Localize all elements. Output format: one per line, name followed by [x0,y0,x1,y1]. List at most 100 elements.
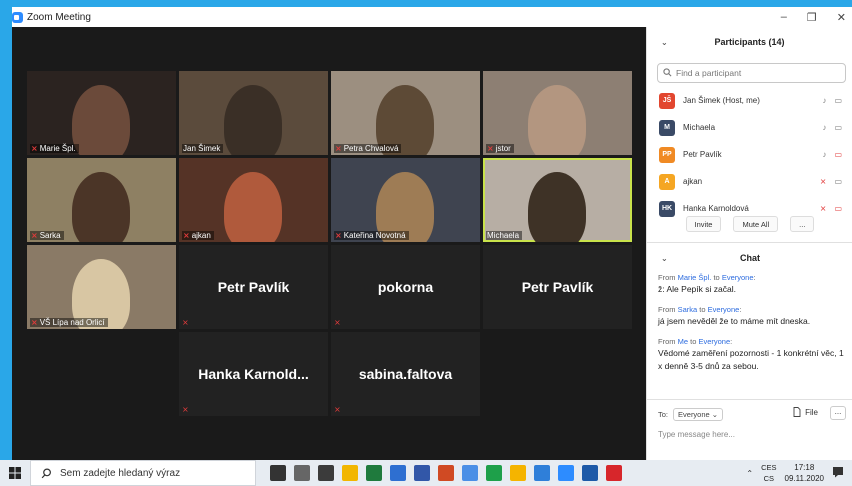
participant-row[interactable]: M Michaela ♪ ▭ [647,114,852,141]
panel-divider [647,242,852,243]
recipient-select[interactable]: Everyone ⌄ [673,408,724,421]
video-tile[interactable]: ⨯ Kateřina Novotná [331,158,480,242]
participant-name-label: Jan Šimek [182,144,224,153]
start-button[interactable] [0,460,30,486]
window-controls: – ❐ ✕ [781,7,846,27]
mic-icon[interactable]: ♪ [822,96,826,105]
pinned-app-icon[interactable] [414,465,430,481]
video-tile[interactable]: ⨯ jstor [483,71,632,155]
pinned-app-icon[interactable] [462,465,478,481]
participant-row[interactable]: PP Petr Pavlík ♪ ▭ [647,141,852,168]
pinned-app-icon[interactable] [294,465,310,481]
pinned-app-icon[interactable] [534,465,550,481]
chevron-down-icon[interactable]: ⌄ [661,254,668,263]
participant-name: Hanka Karnoldová [683,204,749,213]
pinned-app-icon[interactable] [558,465,574,481]
participant-row[interactable]: JŠ Jan Šimek (Host, me) ♪ ▭ [647,87,852,114]
pinned-app-icon[interactable] [486,465,502,481]
close-button[interactable]: ✕ [837,11,846,24]
camera-icon[interactable]: ▭ [834,123,842,132]
chat-more-button[interactable]: ... [830,406,846,420]
mic-muted-icon[interactable]: ⨯ [820,177,827,186]
more-options-button[interactable]: ... [790,216,815,232]
participants-title: Participants (14) [714,37,785,47]
chat-message-meta: From Me to Everyone: [658,337,733,346]
mic-muted-icon: ⨯ [182,318,189,327]
title-bar: Zoom Meeting – ❐ ✕ [12,7,852,27]
notifications-icon[interactable] [832,466,844,480]
camera-off-icon[interactable]: ▭ [834,150,842,159]
zoom-window: Zoom Meeting – ❐ ✕ ⨯ Marie Špl. Jan Šimek ⨯… [0,0,852,486]
chat-message-meta: From Sarka to Everyone: [658,305,742,314]
mic-muted-icon: ⨯ [487,144,494,153]
pinned-app-icon[interactable] [582,465,598,481]
maximize-button[interactable]: ❐ [807,11,817,24]
camera-icon[interactable]: ▭ [834,96,842,105]
video-tile[interactable]: ⨯ Petra Chvalová [331,71,480,155]
participant-list: JŠ Jan Šimek (Host, me) ♪ ▭ M Michaela ♪ ▭ PP Pet… [647,87,852,222]
pinned-app-icon[interactable] [390,465,406,481]
chevron-down-icon[interactable]: ⌄ [661,38,668,47]
video-tile[interactable]: Hanka Karnold... ⨯ [179,332,328,416]
video-tile[interactable]: sabina.faltova ⨯ [331,332,480,416]
system-tray: ⌃ CES CS 17:18 09.11.2020 [746,460,852,486]
participant-search-input[interactable]: Find a participant [657,63,846,83]
zoom-app-icon [12,11,23,23]
mic-muted-icon: ⨯ [31,144,38,153]
minimize-button[interactable]: – [781,11,787,23]
participant-name-label: sabina.faltova [358,366,453,382]
video-tile[interactable]: ⨯ Sarka [27,158,176,242]
mute-all-button[interactable]: Mute All [733,216,779,232]
taskbar-search[interactable]: Sem zadejte hledaný výraz [30,460,256,486]
mic-icon[interactable]: ♪ [822,150,826,159]
pinned-app-icon[interactable] [342,465,358,481]
pinned-app-icon[interactable] [606,465,622,481]
participant-name: Michaela [683,123,716,132]
participant-video [72,172,130,242]
participant-row[interactable]: Aajkan ⨯ ▭ [647,168,852,195]
participant-name-label: ⨯ Petra Chvalová [334,144,402,153]
file-button[interactable]: File [793,407,818,417]
mic-icon[interactable]: ♪ [822,123,826,132]
tray-chevron-icon[interactable]: ⌃ [746,469,753,478]
participant-name-label: Petr Pavlík [521,279,594,295]
camera-icon[interactable]: ▭ [834,177,842,186]
side-panel: ⌄ Participants (14) Find a participant J… [646,27,852,460]
mic-muted-icon: ⨯ [31,231,38,240]
participant-name-label: Michaela [486,231,523,240]
mic-muted-icon: ⨯ [335,231,342,240]
participant-name-label: Hanka Karnold... [198,366,309,382]
mic-muted-icon[interactable]: ⨯ [820,204,827,213]
participant-name-label: ⨯ ajkan [182,231,214,240]
clock[interactable]: 17:18 09.11.2020 [785,462,824,484]
chat-composer: To: Everyone ⌄ File ... Type message her… [647,399,852,460]
participant-name-label: ⨯ Sarka [30,231,64,240]
pinned-app-icon[interactable] [270,465,286,481]
chat-message-text: Vědomé zaměření pozornosti - 1 konkrétní… [658,348,844,371]
camera-off-icon[interactable]: ▭ [834,204,842,213]
pinned-app-icon[interactable] [366,465,382,481]
mic-muted-icon: ⨯ [31,318,38,327]
participant-name: ajkan [683,177,703,186]
video-tile[interactable]: Petr Pavlík ⨯ [179,245,328,329]
video-tile[interactable]: ⨯ Marie Špl. [27,71,176,155]
participants-header: ⌄ Participants (14) [647,27,852,57]
mic-muted-icon: ⨯ [335,144,342,153]
video-tile[interactable]: ⨯ VŠ Lípa nad Orlicí [27,245,176,329]
chat-message-meta: From Marie Špl. to Everyone: [658,273,756,282]
video-tile[interactable]: ⨯ ajkan [179,158,328,242]
video-tile[interactable]: Jan Šimek [179,71,328,155]
chat-message: From Me to Everyone: Vědomé zaměření pozo… [658,337,848,373]
pinned-app-icon[interactable] [510,465,526,481]
invite-button[interactable]: Invite [685,216,722,232]
video-tile[interactable]: Petr Pavlík [483,245,632,329]
participant-name: Jan Šimek (Host, me) [683,96,760,105]
pinned-app-icon[interactable] [318,465,334,481]
video-tile[interactable]: Michaela [483,158,632,242]
chat-message: From Sarka to Everyone: já jsem nevěděl ž… [658,305,848,328]
video-tile[interactable]: pokorna ⨯ [331,245,480,329]
language-indicator[interactable]: CES CS [761,462,776,484]
participant-video [224,172,282,242]
pinned-app-icon[interactable] [438,465,454,481]
chat-input[interactable]: Type message here... [658,430,735,439]
